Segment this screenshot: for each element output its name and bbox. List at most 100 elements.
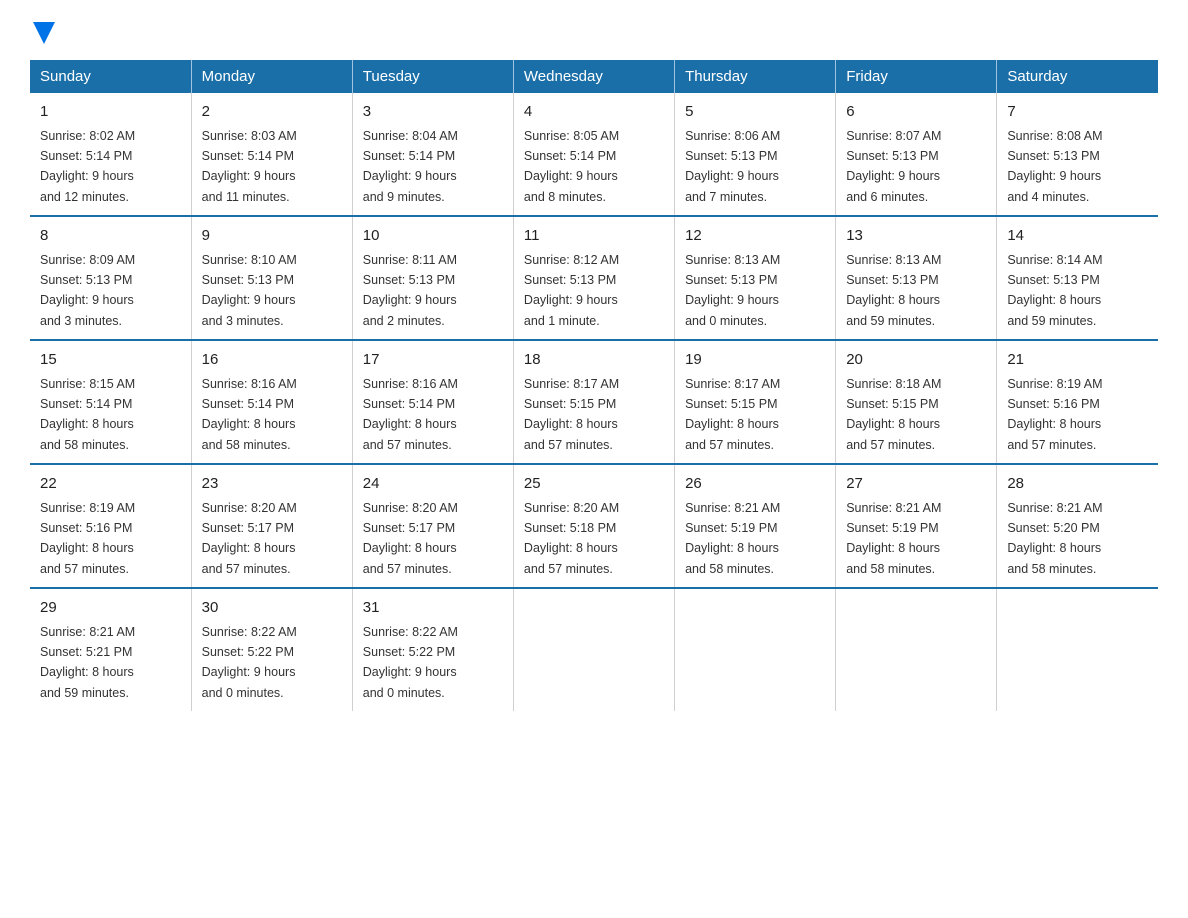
day-cell: 23 Sunrise: 8:20 AMSunset: 5:17 PMDaylig… [191,464,352,588]
day-number: 4 [524,101,664,124]
day-cell: 28 Sunrise: 8:21 AMSunset: 5:20 PMDaylig… [997,464,1158,588]
day-number: 8 [40,225,181,248]
day-number: 13 [846,225,986,248]
header-row: SundayMondayTuesdayWednesdayThursdayFrid… [30,60,1158,93]
day-number: 5 [685,101,825,124]
day-info: Sunrise: 8:19 AMSunset: 5:16 PMDaylight:… [40,501,135,576]
day-cell: 18 Sunrise: 8:17 AMSunset: 5:15 PMDaylig… [513,340,674,464]
day-info: Sunrise: 8:17 AMSunset: 5:15 PMDaylight:… [685,377,780,452]
day-cell: 13 Sunrise: 8:13 AMSunset: 5:13 PMDaylig… [836,216,997,340]
calendar-body: 1 Sunrise: 8:02 AMSunset: 5:14 PMDayligh… [30,93,1158,711]
day-info: Sunrise: 8:06 AMSunset: 5:13 PMDaylight:… [685,129,780,204]
day-info: Sunrise: 8:17 AMSunset: 5:15 PMDaylight:… [524,377,619,452]
day-cell: 2 Sunrise: 8:03 AMSunset: 5:14 PMDayligh… [191,93,352,216]
day-number: 24 [363,473,503,496]
day-cell: 19 Sunrise: 8:17 AMSunset: 5:15 PMDaylig… [675,340,836,464]
day-info: Sunrise: 8:03 AMSunset: 5:14 PMDaylight:… [202,129,297,204]
day-number: 23 [202,473,342,496]
day-number: 19 [685,349,825,372]
day-info: Sunrise: 8:05 AMSunset: 5:14 PMDaylight:… [524,129,619,204]
header-cell-saturday: Saturday [997,60,1158,93]
day-info: Sunrise: 8:20 AMSunset: 5:17 PMDaylight:… [363,501,458,576]
day-cell: 5 Sunrise: 8:06 AMSunset: 5:13 PMDayligh… [675,93,836,216]
day-number: 29 [40,597,181,620]
day-number: 26 [685,473,825,496]
day-cell: 24 Sunrise: 8:20 AMSunset: 5:17 PMDaylig… [352,464,513,588]
calendar-header: SundayMondayTuesdayWednesdayThursdayFrid… [30,60,1158,93]
day-info: Sunrise: 8:08 AMSunset: 5:13 PMDaylight:… [1007,129,1102,204]
day-cell: 11 Sunrise: 8:12 AMSunset: 5:13 PMDaylig… [513,216,674,340]
day-number: 11 [524,225,664,248]
day-info: Sunrise: 8:04 AMSunset: 5:14 PMDaylight:… [363,129,458,204]
day-cell: 1 Sunrise: 8:02 AMSunset: 5:14 PMDayligh… [30,93,191,216]
calendar-table: SundayMondayTuesdayWednesdayThursdayFrid… [30,60,1158,711]
day-cell: 14 Sunrise: 8:14 AMSunset: 5:13 PMDaylig… [997,216,1158,340]
day-number: 25 [524,473,664,496]
day-info: Sunrise: 8:21 AMSunset: 5:19 PMDaylight:… [846,501,941,576]
day-info: Sunrise: 8:07 AMSunset: 5:13 PMDaylight:… [846,129,941,204]
day-number: 15 [40,349,181,372]
day-info: Sunrise: 8:10 AMSunset: 5:13 PMDaylight:… [202,253,297,328]
day-number: 12 [685,225,825,248]
logo-triangle-icon [33,22,55,44]
day-cell: 31 Sunrise: 8:22 AMSunset: 5:22 PMDaylig… [352,588,513,711]
header-cell-monday: Monday [191,60,352,93]
day-info: Sunrise: 8:11 AMSunset: 5:13 PMDaylight:… [363,253,457,328]
day-cell: 22 Sunrise: 8:19 AMSunset: 5:16 PMDaylig… [30,464,191,588]
header-cell-friday: Friday [836,60,997,93]
logo [30,20,55,40]
day-number: 31 [363,597,503,620]
day-number: 7 [1007,101,1148,124]
day-number: 27 [846,473,986,496]
day-number: 30 [202,597,342,620]
day-number: 14 [1007,225,1148,248]
header-cell-sunday: Sunday [30,60,191,93]
day-info: Sunrise: 8:12 AMSunset: 5:13 PMDaylight:… [524,253,619,328]
week-row-2: 8 Sunrise: 8:09 AMSunset: 5:13 PMDayligh… [30,216,1158,340]
header-cell-tuesday: Tuesday [352,60,513,93]
day-number: 6 [846,101,986,124]
day-cell: 4 Sunrise: 8:05 AMSunset: 5:14 PMDayligh… [513,93,674,216]
day-info: Sunrise: 8:15 AMSunset: 5:14 PMDaylight:… [40,377,135,452]
day-cell: 27 Sunrise: 8:21 AMSunset: 5:19 PMDaylig… [836,464,997,588]
day-info: Sunrise: 8:16 AMSunset: 5:14 PMDaylight:… [202,377,297,452]
day-info: Sunrise: 8:20 AMSunset: 5:17 PMDaylight:… [202,501,297,576]
day-cell: 29 Sunrise: 8:21 AMSunset: 5:21 PMDaylig… [30,588,191,711]
day-cell: 9 Sunrise: 8:10 AMSunset: 5:13 PMDayligh… [191,216,352,340]
day-info: Sunrise: 8:21 AMSunset: 5:21 PMDaylight:… [40,625,135,700]
day-cell [675,588,836,711]
day-info: Sunrise: 8:22 AMSunset: 5:22 PMDaylight:… [202,625,297,700]
week-row-4: 22 Sunrise: 8:19 AMSunset: 5:16 PMDaylig… [30,464,1158,588]
day-cell: 15 Sunrise: 8:15 AMSunset: 5:14 PMDaylig… [30,340,191,464]
day-info: Sunrise: 8:02 AMSunset: 5:14 PMDaylight:… [40,129,135,204]
day-cell: 30 Sunrise: 8:22 AMSunset: 5:22 PMDaylig… [191,588,352,711]
day-cell: 26 Sunrise: 8:21 AMSunset: 5:19 PMDaylig… [675,464,836,588]
day-cell: 10 Sunrise: 8:11 AMSunset: 5:13 PMDaylig… [352,216,513,340]
day-cell: 3 Sunrise: 8:04 AMSunset: 5:14 PMDayligh… [352,93,513,216]
day-info: Sunrise: 8:19 AMSunset: 5:16 PMDaylight:… [1007,377,1102,452]
day-number: 20 [846,349,986,372]
day-info: Sunrise: 8:22 AMSunset: 5:22 PMDaylight:… [363,625,458,700]
day-cell: 17 Sunrise: 8:16 AMSunset: 5:14 PMDaylig… [352,340,513,464]
day-number: 9 [202,225,342,248]
day-number: 17 [363,349,503,372]
day-cell [836,588,997,711]
day-cell: 6 Sunrise: 8:07 AMSunset: 5:13 PMDayligh… [836,93,997,216]
week-row-3: 15 Sunrise: 8:15 AMSunset: 5:14 PMDaylig… [30,340,1158,464]
day-number: 16 [202,349,342,372]
day-info: Sunrise: 8:21 AMSunset: 5:19 PMDaylight:… [685,501,780,576]
week-row-1: 1 Sunrise: 8:02 AMSunset: 5:14 PMDayligh… [30,93,1158,216]
day-cell [513,588,674,711]
day-number: 1 [40,101,181,124]
day-cell: 20 Sunrise: 8:18 AMSunset: 5:15 PMDaylig… [836,340,997,464]
day-info: Sunrise: 8:14 AMSunset: 5:13 PMDaylight:… [1007,253,1102,328]
day-cell: 8 Sunrise: 8:09 AMSunset: 5:13 PMDayligh… [30,216,191,340]
day-cell: 25 Sunrise: 8:20 AMSunset: 5:18 PMDaylig… [513,464,674,588]
day-number: 2 [202,101,342,124]
day-number: 22 [40,473,181,496]
day-info: Sunrise: 8:21 AMSunset: 5:20 PMDaylight:… [1007,501,1102,576]
day-info: Sunrise: 8:13 AMSunset: 5:13 PMDaylight:… [685,253,780,328]
day-cell: 7 Sunrise: 8:08 AMSunset: 5:13 PMDayligh… [997,93,1158,216]
day-number: 3 [363,101,503,124]
day-number: 21 [1007,349,1148,372]
